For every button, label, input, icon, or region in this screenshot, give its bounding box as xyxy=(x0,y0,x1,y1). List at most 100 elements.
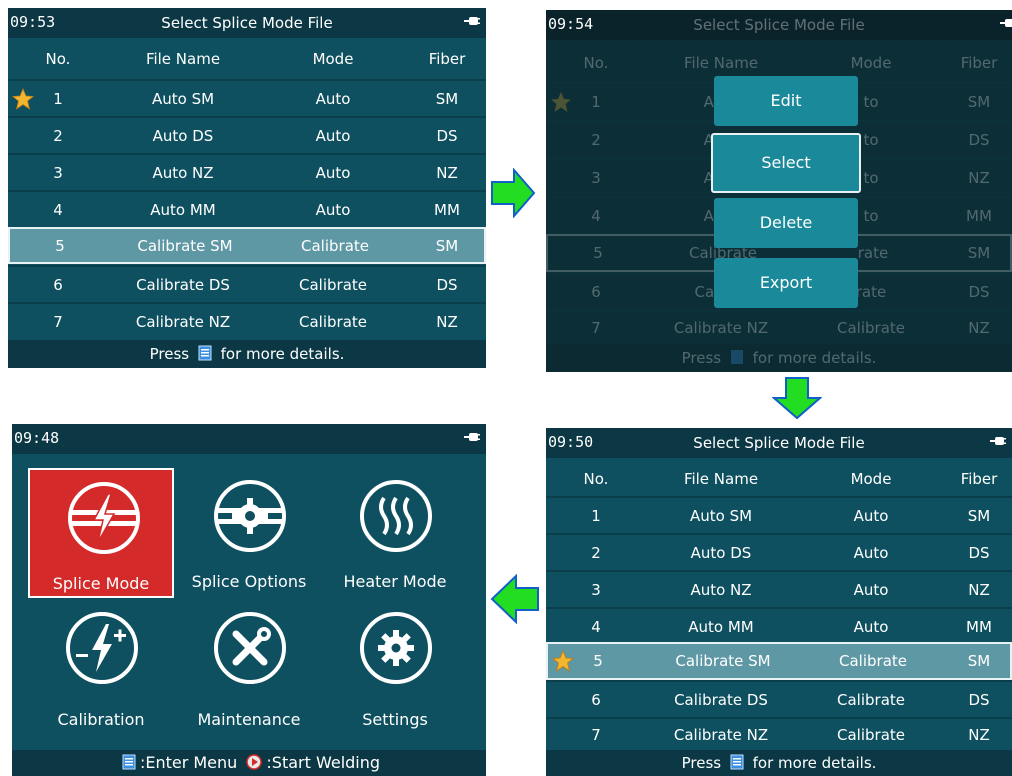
cell-mode: Auto xyxy=(853,617,889,636)
menu-tile-maintenance[interactable]: Maintenance xyxy=(176,600,322,730)
calibration-icon xyxy=(64,610,140,686)
col-no-header: No. xyxy=(583,470,609,488)
cell-no: 2 xyxy=(591,543,601,562)
cell-mode: Calibrate xyxy=(837,319,905,337)
screen-title: Select Splice Mode File xyxy=(693,434,865,452)
table-row-selected[interactable]: 5 Calibrate SM Calibrate SM xyxy=(546,642,1012,680)
cell-name: Calibrate DS xyxy=(674,690,768,709)
col-mode-header: Mode xyxy=(850,470,892,488)
cell-mode: Calibrate xyxy=(837,725,905,744)
cell-fiber: NZ xyxy=(436,312,458,331)
document-icon xyxy=(122,752,136,770)
cell-fiber: NZ xyxy=(968,725,990,744)
table-row[interactable]: 3 Auto NZ Auto NZ xyxy=(8,153,486,190)
table-row[interactable]: 4 Auto MM Auto MM xyxy=(546,607,1012,644)
panel-main-menu: 09:48 Splice Mode Splice Options Heater … xyxy=(12,424,486,776)
plug-icon xyxy=(1000,18,1012,28)
cell-name: Auto DS xyxy=(152,126,214,145)
tile-label: Heater Mode xyxy=(343,572,447,591)
screen-title: Select Splice Mode File xyxy=(161,14,333,32)
footer-press: Press xyxy=(681,754,722,772)
footer-hint: Press for more details. xyxy=(546,750,1012,776)
table-row[interactable]: 1 Auto SM Auto SM xyxy=(546,496,1012,533)
cell-mode: Auto xyxy=(315,126,351,145)
col-mode-header: Mode xyxy=(850,54,892,72)
footer-hint: Press for more details. xyxy=(8,340,486,368)
table-row[interactable]: 6 Calibrate DS Calibrate DS xyxy=(8,265,486,302)
table-header: No. File Name Mode Fiber xyxy=(546,54,1012,72)
cell-no: 3 xyxy=(53,163,63,182)
cell-fiber: MM xyxy=(966,617,992,636)
cell-name: Calibrate SM xyxy=(137,236,233,255)
delete-button[interactable]: Delete xyxy=(714,198,858,248)
cell-no: 6 xyxy=(53,275,63,294)
arrow-right-icon xyxy=(490,167,536,219)
status-bar: 09:54 Select Splice Mode File xyxy=(546,10,1012,40)
menu-tile-splice-options[interactable]: Splice Options xyxy=(176,468,322,598)
cell-mode: Auto xyxy=(853,543,889,562)
cell-fiber: NZ xyxy=(968,319,990,337)
cell-fiber: SM xyxy=(967,652,991,670)
cell-fiber: SM xyxy=(435,89,459,108)
cell-mode: Auto xyxy=(315,200,351,219)
status-bar: 09:50 Select Splice Mode File xyxy=(546,428,1012,458)
table-row[interactable]: 6 Calibrate DS Calibrate DS xyxy=(546,680,1012,717)
col-fiber-header: Fiber xyxy=(960,54,998,72)
menu-tile-settings[interactable]: Settings xyxy=(322,600,468,730)
tile-label: Maintenance xyxy=(197,710,301,729)
plug-icon xyxy=(990,436,1006,446)
cell-no: 2 xyxy=(591,131,601,149)
cell-mode: Auto xyxy=(853,506,889,525)
table-header: No. File Name Mode Fiber xyxy=(546,470,1012,488)
col-fiber-header: Fiber xyxy=(960,470,998,488)
cell-name: Auto DS xyxy=(690,543,752,562)
cell-no: 4 xyxy=(53,200,63,219)
export-button[interactable]: Export xyxy=(714,258,858,308)
menu-tile-calibration[interactable]: Calibration xyxy=(28,600,174,730)
table-row-selected[interactable]: 5 Calibrate SM Calibrate SM xyxy=(8,227,486,264)
menu-tile-splice-mode[interactable]: Splice Mode xyxy=(28,468,174,598)
cell-name: Calibrate SM xyxy=(675,652,771,670)
document-icon xyxy=(730,752,744,770)
cell-fiber: NZ xyxy=(436,163,458,182)
cell-no: 2 xyxy=(53,126,63,145)
cell-mode: Auto xyxy=(315,163,351,182)
cell-fiber: DS xyxy=(968,283,990,301)
menu-tile-heater-mode[interactable]: Heater Mode xyxy=(322,468,468,598)
table-row: 7 Calibrate NZ Calibrate NZ xyxy=(546,310,1012,344)
cell-fiber: SM xyxy=(967,244,991,262)
select-button[interactable]: Select xyxy=(711,133,861,193)
splice-mode-icon xyxy=(66,480,142,556)
cell-mode: Auto xyxy=(315,89,351,108)
cell-no: 6 xyxy=(591,283,601,301)
table-row[interactable]: 2 Auto DS Auto DS xyxy=(546,533,1012,570)
edit-button[interactable]: Edit xyxy=(714,76,858,126)
col-fiber-header: Fiber xyxy=(428,50,466,68)
footer-details: for more details. xyxy=(752,754,877,772)
table-row[interactable]: 2 Auto DS Auto DS xyxy=(8,116,486,153)
cell-mode: Calibrate xyxy=(299,312,367,331)
tile-label: Splice Mode xyxy=(52,574,150,593)
document-icon xyxy=(198,342,212,361)
maintenance-icon xyxy=(212,610,288,686)
cell-name: Auto MM xyxy=(688,617,754,636)
cell-fiber: MM xyxy=(966,207,992,225)
arrow-left-icon xyxy=(490,573,540,625)
clock: 09:48 xyxy=(14,429,60,447)
cell-no: 3 xyxy=(591,169,601,187)
table-row[interactable]: 3 Auto NZ Auto NZ xyxy=(546,570,1012,607)
table-row[interactable]: 7 Calibrate NZ Calibrate NZ xyxy=(546,717,1012,750)
plug-icon xyxy=(464,432,480,442)
table-row[interactable]: 7 Calibrate NZ Calibrate NZ xyxy=(8,302,486,339)
cell-name: Auto SM xyxy=(151,89,215,108)
table-row[interactable]: 4 Auto MM Auto MM xyxy=(8,190,486,227)
cell-name: Auto NZ xyxy=(690,580,752,599)
heater-icon xyxy=(358,478,434,554)
footer-hint: :Enter Menu :Start Welding xyxy=(12,750,486,776)
cell-no: 4 xyxy=(591,617,601,636)
table-row[interactable]: 1 Auto SM Auto SM xyxy=(8,79,486,116)
cell-fiber: NZ xyxy=(968,580,990,599)
cell-mode: Auto xyxy=(853,580,889,599)
cell-mode: Calibrate xyxy=(839,652,907,670)
panel-select-file-after: 09:50 Select Splice Mode File No. File N… xyxy=(546,428,1012,776)
